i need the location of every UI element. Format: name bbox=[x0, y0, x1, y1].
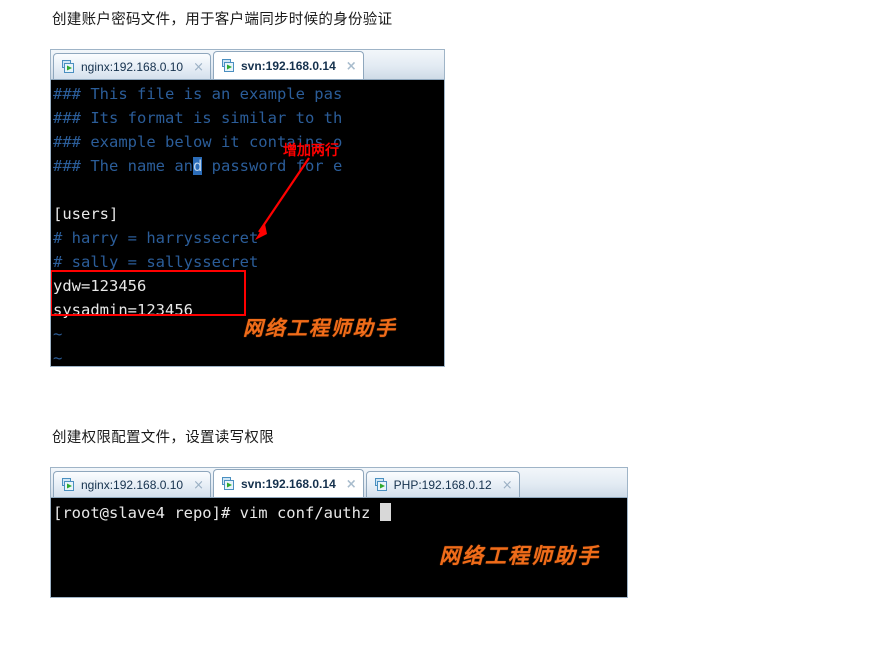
tab-bar-one: nginx:192.168.0.10 × svn:192.168.0.14 × bbox=[51, 50, 444, 80]
block-cursor bbox=[379, 503, 391, 521]
close-icon[interactable]: × bbox=[502, 479, 513, 492]
close-icon[interactable]: × bbox=[193, 479, 204, 492]
tab-label: nginx:192.168.0.10 bbox=[81, 478, 184, 492]
tab-nginx-192-168-0-10[interactable]: nginx:192.168.0.10 × bbox=[53, 471, 211, 497]
terminal-line-prefix: ### The name an bbox=[53, 157, 193, 175]
text-cursor: d bbox=[192, 157, 203, 175]
terminal-line: # harry = harryssecret bbox=[53, 229, 259, 247]
remote-session-icon bbox=[222, 59, 234, 72]
tab-label: svn:192.168.0.14 bbox=[241, 477, 336, 491]
watermark-two: 网络工程师助手 bbox=[439, 543, 600, 568]
tab-php-192-168-0-12[interactable]: PHP:192.168.0.12 × bbox=[365, 471, 520, 497]
tab-svn-192-168-0-14[interactable]: svn:192.168.0.14 × bbox=[213, 51, 364, 79]
close-icon[interactable]: × bbox=[346, 478, 357, 491]
terminal-line-added-user-ydw: ydw=123456 bbox=[53, 277, 147, 295]
terminal-line: [users] bbox=[53, 205, 119, 223]
terminal-line-empty-marker: ~ bbox=[53, 349, 63, 366]
tab-label: svn:192.168.0.14 bbox=[241, 59, 336, 73]
tab-bar-two: nginx:192.168.0.10 × svn:192.168.0.14 × … bbox=[51, 468, 627, 498]
remote-session-icon bbox=[62, 60, 74, 73]
section-heading-authz-permissions: 创建权限配置文件，设置读写权限 bbox=[52, 430, 274, 446]
remote-session-icon bbox=[222, 477, 234, 490]
tab-nginx-192-168-0-10[interactable]: nginx:192.168.0.10 × bbox=[53, 53, 211, 79]
terminal-line-empty-marker: ~ bbox=[53, 325, 63, 343]
terminal-screen-one[interactable]: ### This file is an example pas ### Its … bbox=[51, 80, 444, 366]
terminal-line-added-user-sysadmin: sysadmin=123456 bbox=[53, 301, 193, 319]
terminal-line: # sally = sallyssecret bbox=[53, 253, 259, 271]
terminal-line: ### This file is an example pas bbox=[53, 85, 343, 103]
tab-label: nginx:192.168.0.10 bbox=[81, 60, 184, 74]
annotation-label-add-two-lines: 增加两行 bbox=[283, 143, 339, 159]
watermark-one: 网络工程师助手 bbox=[243, 316, 397, 340]
terminal-screen-two[interactable]: [root@slave4 repo]# vim conf/authz 网络工程师… bbox=[51, 498, 627, 597]
terminal-line: ### Its format is similar to th bbox=[53, 109, 343, 127]
remote-session-icon bbox=[374, 478, 387, 491]
close-icon[interactable]: × bbox=[346, 60, 357, 73]
terminal-prompt-line: [root@slave4 repo]# vim conf/authz bbox=[53, 501, 391, 525]
tab-label: PHP:192.168.0.12 bbox=[393, 478, 492, 492]
remote-session-icon bbox=[62, 478, 74, 491]
section-heading-account-password: 创建账户密码文件，用于客户端同步时候的身份验证 bbox=[52, 12, 393, 28]
terminal-prompt-text: [root@slave4 repo]# vim conf/authz bbox=[53, 504, 380, 522]
terminal-window-two: nginx:192.168.0.10 × svn:192.168.0.14 × … bbox=[50, 467, 628, 598]
tab-svn-192-168-0-14[interactable]: svn:192.168.0.14 × bbox=[213, 469, 364, 497]
close-icon[interactable]: × bbox=[193, 61, 204, 74]
terminal-window-one: nginx:192.168.0.10 × svn:192.168.0.14 × … bbox=[50, 49, 445, 367]
